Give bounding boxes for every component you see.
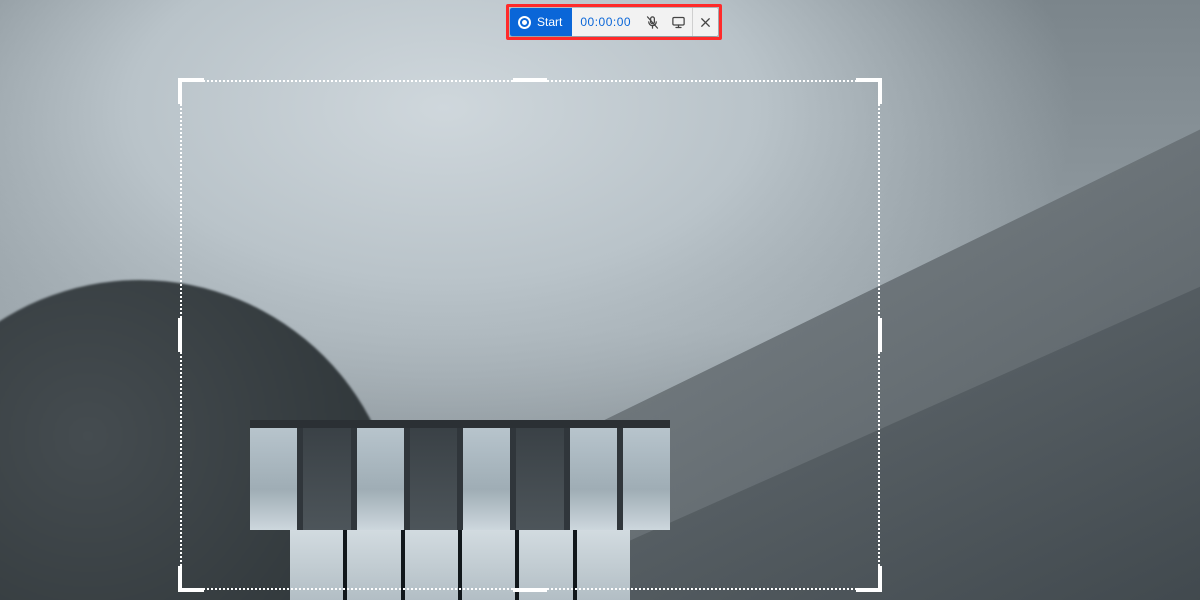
- close-icon: [698, 15, 713, 30]
- microphone-muted-icon: [645, 15, 660, 30]
- recording-timer: 00:00:00: [572, 8, 639, 36]
- recording-toolbar: Start 00:00:00: [510, 8, 718, 36]
- close-toolbar-button[interactable]: [692, 8, 718, 36]
- wallpaper-building: [250, 420, 670, 600]
- start-button-label: Start: [537, 15, 562, 29]
- select-monitor-button[interactable]: [665, 8, 691, 36]
- record-icon: [518, 16, 531, 29]
- start-recording-button[interactable]: Start: [510, 8, 572, 36]
- microphone-toggle-button[interactable]: [639, 8, 665, 36]
- monitor-icon: [671, 15, 686, 30]
